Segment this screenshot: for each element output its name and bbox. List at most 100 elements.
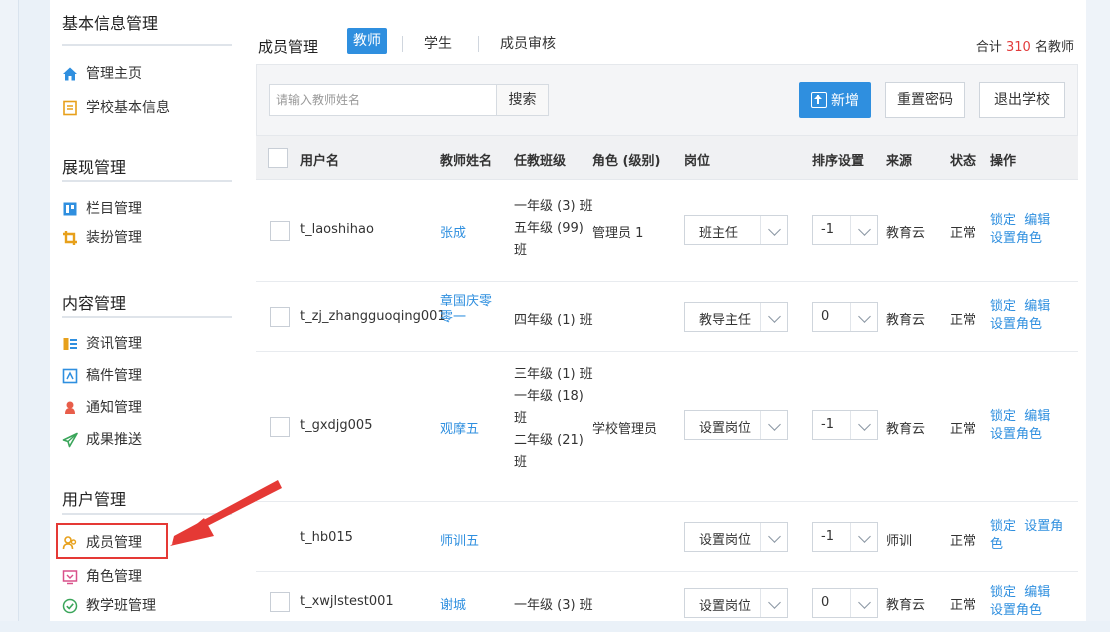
- edit-link[interactable]: 编辑: [1024, 585, 1050, 600]
- edit-link[interactable]: 编辑: [1024, 409, 1050, 424]
- sidebar-item-news[interactable]: 资讯管理: [56, 333, 142, 355]
- news-icon: [62, 336, 78, 352]
- chevron-down-icon: [768, 223, 781, 236]
- teacher-name-link[interactable]: 章国庆零零一: [440, 294, 504, 326]
- section-title-users: 用户管理: [62, 490, 127, 509]
- sidebar-item-push[interactable]: 成果推送: [56, 429, 142, 451]
- row-checkbox[interactable]: [270, 417, 290, 437]
- main-panel: 成员管理 教师 学生 成员审核 合计 310 名教师 请输入教师姓名 搜索 新增…: [244, 0, 1086, 621]
- post-select[interactable]: 设置岗位: [684, 522, 788, 552]
- username: t_xwjlstest001: [300, 594, 394, 609]
- edit-link[interactable]: 编辑: [1024, 213, 1050, 228]
- col-role: 角色 (级别): [592, 154, 661, 169]
- class-line: 四年级 (1) 班: [514, 313, 593, 328]
- row-checkbox[interactable]: [270, 221, 290, 241]
- sidebar-item-column[interactable]: 栏目管理: [56, 198, 142, 220]
- send-icon: [62, 432, 78, 448]
- row-checkbox[interactable]: [270, 592, 290, 612]
- set-role-link-wrap[interactable]: 色: [990, 537, 1003, 552]
- lock-link[interactable]: 锁定: [990, 585, 1016, 600]
- chevron-down-icon: [768, 310, 781, 323]
- sidebar-item-label: 资讯管理: [86, 336, 142, 352]
- search-input[interactable]: 请输入教师姓名: [269, 84, 497, 116]
- teacher-name-link[interactable]: 谢城: [440, 594, 466, 613]
- source: 教育云: [886, 226, 926, 241]
- set-role-link[interactable]: 设置角色: [990, 427, 1042, 442]
- search-button[interactable]: 搜索: [497, 84, 549, 116]
- class-line: 五年级 (99): [514, 221, 584, 236]
- order-select[interactable]: -1: [812, 410, 878, 440]
- exit-school-button[interactable]: 退出学校: [979, 82, 1065, 118]
- reset-password-button[interactable]: 重置密码: [885, 82, 965, 118]
- class-line: 二年级 (21): [514, 433, 584, 448]
- row-checkbox[interactable]: [270, 307, 290, 327]
- sidebar-item-roles[interactable]: 角色管理: [56, 566, 142, 588]
- tab-member-review[interactable]: 成员审核: [500, 33, 556, 53]
- crop-icon: [62, 230, 78, 246]
- set-role-link[interactable]: 设置角: [1024, 519, 1063, 534]
- lock-link[interactable]: 锁定: [990, 299, 1016, 314]
- chevron-down-icon: [858, 310, 871, 323]
- edit-link[interactable]: 编辑: [1024, 299, 1050, 314]
- add-button-label: 新增: [831, 93, 859, 109]
- section-divider: [62, 180, 232, 182]
- teacher-name-link[interactable]: 师训五: [440, 530, 479, 549]
- total-count: 合计 310 名教师: [976, 36, 1074, 55]
- home-icon: [62, 66, 78, 82]
- tab-bar: 成员管理 教师 学生 成员审核 合计 310 名教师: [244, 24, 1086, 64]
- chevron-down-icon: [858, 223, 871, 236]
- username: t_zj_zhangguoqing001: [300, 309, 446, 324]
- table-header: 用户名 教师姓名 任教班级 角色 (级别) 岗位 排序设置 来源 状态 操作: [256, 136, 1078, 180]
- set-role-link[interactable]: 设置角色: [990, 317, 1042, 332]
- sidebar-item-label: 管理主页: [86, 66, 142, 82]
- section-title-display: 展现管理: [62, 158, 127, 177]
- sidebar-item-classes[interactable]: 教学班管理: [56, 595, 156, 617]
- lock-link[interactable]: 锁定: [990, 409, 1016, 424]
- right-scroll-margin: [1085, 0, 1110, 621]
- sidebar-item-label: 栏目管理: [86, 201, 142, 217]
- classes: 一年级 (3) 班 五年级 (99) 班: [514, 196, 593, 262]
- select-all-checkbox[interactable]: [268, 148, 288, 168]
- tab-students[interactable]: 学生: [424, 33, 452, 53]
- sidebar-item-label: 成果推送: [86, 432, 142, 448]
- post-select[interactable]: 设置岗位: [684, 588, 788, 618]
- post-value: 教导主任: [699, 313, 752, 328]
- order-value: -1: [821, 222, 834, 237]
- set-role-link[interactable]: 设置角色: [990, 231, 1042, 246]
- order-select[interactable]: 0: [812, 302, 878, 332]
- order-value: 0: [821, 309, 830, 324]
- order-select[interactable]: 0: [812, 588, 878, 618]
- total-prefix: 合计: [975, 40, 1002, 55]
- lock-link[interactable]: 锁定: [990, 519, 1016, 534]
- tab-teachers[interactable]: 教师: [347, 28, 387, 54]
- teacher-name-link[interactable]: 张成: [440, 222, 466, 241]
- order-value: -1: [821, 529, 834, 544]
- sidebar-item-label: 通知管理: [86, 400, 142, 416]
- post-select[interactable]: 教导主任: [684, 302, 788, 332]
- sidebar-item-decor[interactable]: 装扮管理: [56, 227, 142, 249]
- col-actions: 操作: [990, 154, 1017, 169]
- sidebar-item-school-info[interactable]: 学校基本信息: [56, 97, 170, 119]
- source: 教育云: [886, 598, 926, 613]
- teacher-name-link[interactable]: 观摩五: [440, 418, 479, 437]
- lock-link[interactable]: 锁定: [990, 213, 1016, 228]
- section-title-basic-info: 基本信息管理: [62, 14, 159, 33]
- sidebar-item-manuscript[interactable]: 稿件管理: [56, 365, 142, 387]
- order-select[interactable]: -1: [812, 215, 878, 245]
- order-select[interactable]: -1: [812, 522, 878, 552]
- actions: 锁定 编辑 设置角色: [990, 584, 1050, 620]
- bell-icon: [62, 400, 78, 416]
- manuscript-icon: [62, 368, 78, 384]
- sidebar-item-label: 角色管理: [86, 569, 142, 585]
- role-icon: [62, 569, 78, 585]
- post-select[interactable]: 班主任: [684, 215, 788, 245]
- set-role-link[interactable]: 设置角色: [990, 603, 1042, 618]
- tab-divider: [478, 36, 479, 52]
- add-button[interactable]: 新增: [799, 82, 871, 118]
- post-select[interactable]: 设置岗位: [684, 410, 788, 440]
- col-post: 岗位: [684, 154, 711, 169]
- total-suffix: 名教师: [1034, 40, 1074, 55]
- sidebar-item-notice[interactable]: 通知管理: [56, 397, 142, 419]
- sidebar-item-home[interactable]: 管理主页: [56, 63, 142, 85]
- chevron-down-icon: [768, 596, 781, 609]
